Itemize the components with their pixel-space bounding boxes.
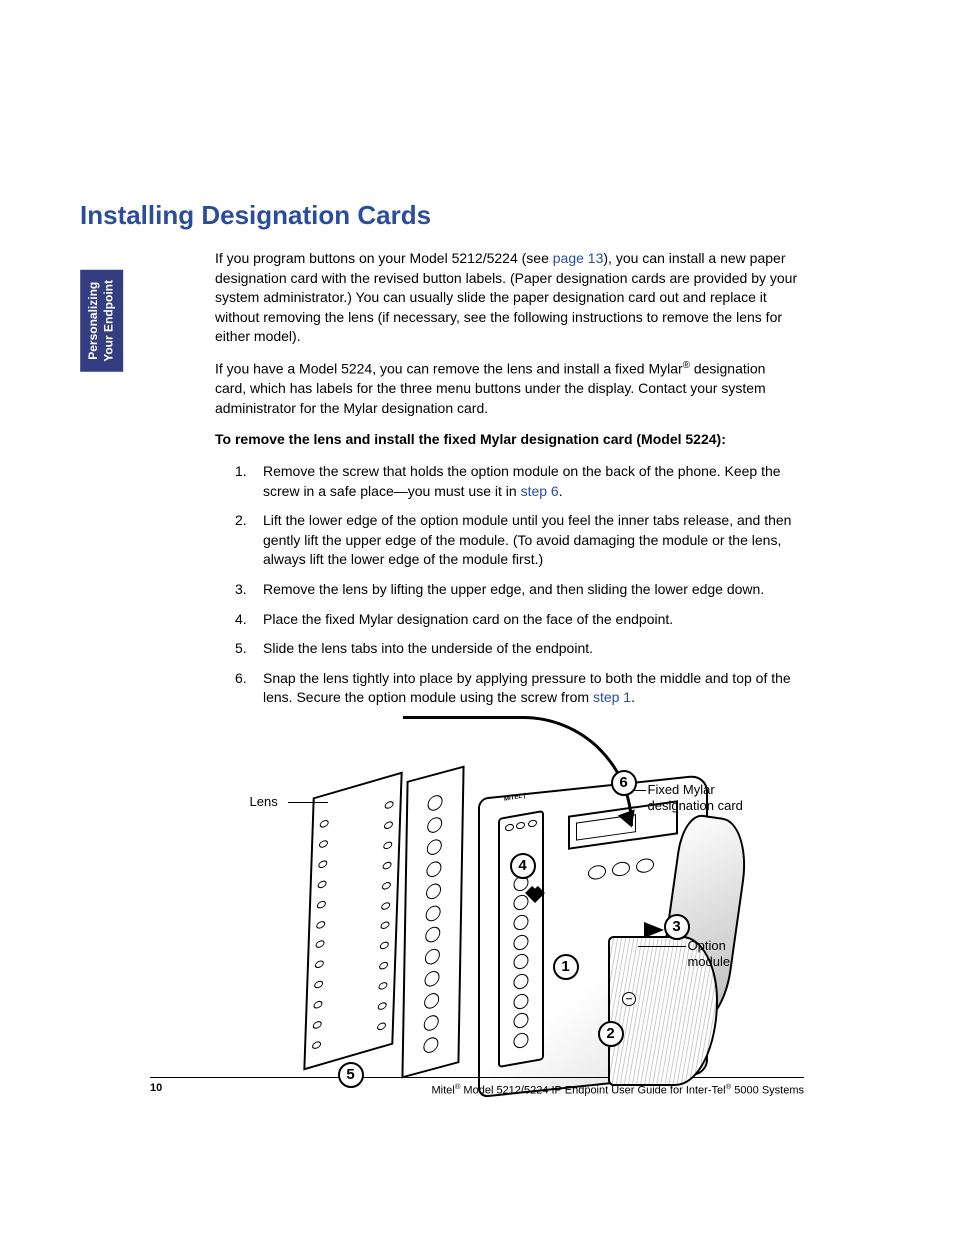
intro-para-2: If you have a Model 5224, you can remove…	[215, 359, 800, 418]
step-6-link[interactable]: step 6	[521, 483, 559, 499]
procedure-steps: Remove the screw that holds the option m…	[215, 462, 800, 708]
step-6-t2: .	[631, 689, 635, 705]
installation-figure: Lens Fixed Mylar designation card Option…	[228, 726, 788, 1106]
step-1-link[interactable]: step 1	[593, 689, 631, 705]
step-6-t1: Snap the lens tightly into place by appl…	[263, 670, 791, 706]
ft-t3: 5000 Systems	[731, 1085, 804, 1097]
page-heading: Installing Designation Cards	[80, 200, 874, 231]
mylar-callout: Fixed Mylar designation card	[648, 782, 778, 813]
step-bubble-6: 6	[611, 770, 637, 796]
intro-para-1: If you program buttons on your Model 521…	[215, 249, 800, 347]
step-3: Remove the lens by lifting the upper edg…	[215, 580, 800, 600]
body-column: If you program buttons on your Model 521…	[215, 249, 800, 1106]
step-4-t1: Place the fixed Mylar designation card o…	[263, 611, 673, 627]
ft-t1: Mitel	[431, 1085, 454, 1097]
page-13-link[interactable]: page 13	[553, 250, 604, 266]
p1-t1: If you program buttons on your Model 521…	[215, 250, 553, 266]
p2-t1: If you have a Model 5224, you can remove…	[215, 361, 683, 377]
screw-icon	[622, 992, 636, 1006]
step-1-t2: .	[559, 483, 563, 499]
step-1: Remove the screw that holds the option m…	[215, 462, 800, 501]
step-4: Place the fixed Mylar designation card o…	[215, 610, 800, 630]
lens-drawing	[303, 771, 402, 1070]
page-content: Installing Designation Cards If you prog…	[80, 200, 874, 1106]
step-5: Slide the lens tabs into the underside o…	[215, 639, 800, 659]
step-bubble-2: 2	[598, 1021, 624, 1047]
procedure-intro: To remove the lens and install the fixed…	[215, 430, 800, 450]
flip-arrow-icon	[403, 716, 633, 826]
step-3-t1: Remove the lens by lifting the upper edg…	[263, 581, 764, 597]
registered-mark: ®	[683, 360, 690, 371]
step-bubble-1: 1	[553, 954, 579, 980]
step-bubble-4: 4	[510, 853, 536, 879]
step-2-t1: Lift the lower edge of the option module…	[263, 512, 791, 567]
step-bubble-5: 5	[338, 1062, 364, 1088]
page-number: 10	[150, 1082, 162, 1097]
option-module-callout: Option module	[688, 938, 768, 969]
arrow-3-icon	[644, 922, 664, 938]
step-2: Lift the lower edge of the option module…	[215, 511, 800, 570]
ft-t2: Model 5212/5224 IP Endpoint User Guide f…	[460, 1085, 725, 1097]
step-5-t1: Slide the lens tabs into the underside o…	[263, 640, 593, 656]
step-6: Snap the lens tightly into place by appl…	[215, 669, 800, 708]
lens-callout: Lens	[250, 794, 278, 810]
step-bubble-3: 3	[664, 914, 690, 940]
